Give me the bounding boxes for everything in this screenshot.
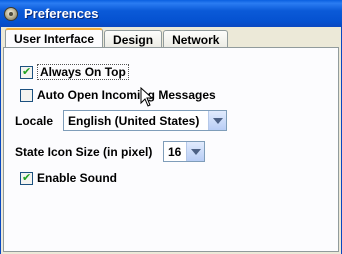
chevron-down-icon	[212, 117, 223, 124]
app-icon	[4, 6, 18, 21]
check-icon: ✔	[22, 171, 32, 184]
state-icon-size-value: 16	[168, 144, 182, 159]
always-on-top-checkbox[interactable]: ✔	[20, 65, 33, 79]
check-icon: ✔	[22, 65, 32, 78]
window-title: Preferences	[24, 6, 99, 21]
state-icon-size-select[interactable]: 16	[163, 141, 205, 162]
auto-open-checkbox[interactable]	[20, 88, 33, 102]
enable-sound-checkbox[interactable]: ✔	[20, 171, 33, 185]
mouse-cursor-icon	[140, 87, 154, 107]
locale-label: Locale	[15, 113, 54, 128]
locale-dropdown-button[interactable]	[208, 111, 226, 130]
always-on-top-row[interactable]: ✔ Always On Top	[20, 64, 129, 80]
window-content: User Interface Design Network ✔ Always O…	[0, 27, 342, 254]
state-icon-size-row: State Icon Size (in pixel) 16	[15, 141, 205, 162]
tab-design[interactable]: Design	[104, 30, 163, 48]
auto-open-label[interactable]: Auto Open Incoming Messages	[37, 88, 216, 102]
tab-network[interactable]: Network	[163, 30, 229, 48]
enable-sound-label[interactable]: Enable Sound	[37, 171, 117, 185]
auto-open-row[interactable]: Auto Open Incoming Messages	[20, 88, 216, 102]
always-on-top-label[interactable]: Always On Top	[37, 64, 129, 80]
title-bar[interactable]: Preferences	[0, 0, 342, 27]
chevron-down-icon	[190, 148, 201, 155]
state-icon-size-label: State Icon Size (in pixel)	[15, 144, 153, 159]
tab-user-interface[interactable]: User Interface	[5, 28, 104, 48]
enable-sound-row[interactable]: ✔ Enable Sound	[20, 171, 117, 185]
locale-row: Locale English (United States)	[15, 110, 227, 131]
locale-select[interactable]: English (United States)	[63, 110, 227, 131]
state-icon-size-dropdown-button[interactable]	[186, 142, 204, 161]
locale-value: English (United States)	[68, 113, 200, 128]
tab-strip: User Interface Design Network	[5, 28, 229, 48]
